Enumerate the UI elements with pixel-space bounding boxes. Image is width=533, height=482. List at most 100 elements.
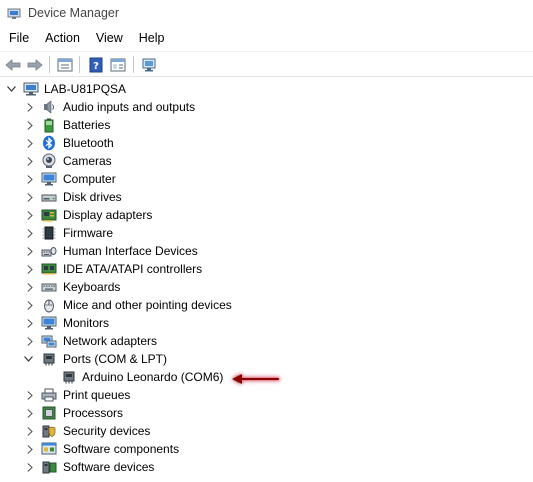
tree-category-human-interface-devices[interactable]: Human Interface Devices — [0, 242, 533, 260]
tree-category-disk-drives[interactable]: Disk drives — [0, 188, 533, 206]
tree-category-security-devices[interactable]: Security devices — [0, 422, 533, 440]
chevron-right-icon[interactable] — [25, 426, 35, 436]
processor-icon — [41, 405, 57, 421]
tree-category-network-adapters[interactable]: Network adapters — [0, 332, 533, 350]
tree-category-cameras[interactable]: Cameras — [0, 152, 533, 170]
scan-hardware-icon — [142, 58, 156, 71]
back-icon — [5, 58, 21, 71]
speaker-icon — [41, 99, 57, 115]
software-device-icon — [41, 459, 57, 475]
chevron-right-icon[interactable] — [25, 228, 35, 238]
chevron-right-icon[interactable] — [25, 156, 35, 166]
chevron-right-icon[interactable] — [25, 192, 35, 202]
mouse-icon — [41, 297, 57, 313]
menu-bar: File Action View Help — [0, 28, 533, 49]
tree-category-keyboards[interactable]: Keyboards — [0, 278, 533, 296]
tree-item-label: Mice and other pointing devices — [63, 298, 232, 312]
chevron-right-icon[interactable] — [25, 462, 35, 472]
port-icon — [41, 351, 57, 367]
monitor-icon — [41, 171, 57, 187]
tree-item-label: Cameras — [63, 154, 112, 168]
tree-category-batteries[interactable]: Batteries — [0, 116, 533, 134]
tree-item-label: Batteries — [63, 118, 111, 132]
menu-help[interactable]: Help — [131, 28, 173, 49]
tree-category-bluetooth[interactable]: Bluetooth — [0, 134, 533, 152]
tree-root[interactable]: LAB-U81PQSA — [0, 80, 533, 98]
menu-action[interactable]: Action — [37, 28, 88, 49]
chevron-right-icon[interactable] — [25, 336, 35, 346]
chevron-down-icon[interactable] — [23, 354, 33, 364]
chevron-right-icon[interactable] — [25, 444, 35, 454]
chevron-right-icon[interactable] — [25, 174, 35, 184]
camera-icon — [41, 153, 57, 169]
forward-button[interactable] — [25, 55, 45, 74]
tree-category-audio-inputs-and-outputs[interactable]: Audio inputs and outputs — [0, 98, 533, 116]
software-component-icon — [41, 441, 57, 457]
scan-hardware-button[interactable] — [140, 55, 160, 74]
keyboard-icon — [41, 279, 57, 295]
tree-root-label: LAB-U81PQSA — [44, 82, 127, 96]
menu-view[interactable]: View — [88, 28, 131, 49]
tree-item-label: Firmware — [63, 226, 113, 240]
tree-item-label: Monitors — [63, 316, 110, 330]
tree-item-label: Security devices — [63, 424, 151, 438]
properties-icon — [57, 58, 73, 71]
chevron-right-icon[interactable] — [25, 210, 35, 220]
help-icon: ? — [89, 57, 103, 72]
chevron-right-icon[interactable] — [25, 408, 35, 418]
tree-item-label: Audio inputs and outputs — [63, 100, 196, 114]
chevron-right-icon[interactable] — [25, 264, 35, 274]
svg-text:?: ? — [93, 61, 99, 72]
monitor-icon — [41, 315, 57, 331]
help-button[interactable]: ? — [86, 55, 106, 74]
security-device-icon — [41, 423, 57, 439]
red-arrow-icon — [232, 374, 281, 384]
display-adapter-icon — [41, 207, 57, 223]
tree-item-label: Network adapters — [63, 334, 158, 348]
network-adapter-icon — [41, 333, 57, 349]
tree-category-computer[interactable]: Computer — [0, 170, 533, 188]
chevron-right-icon[interactable] — [25, 300, 35, 310]
tree-category-firmware[interactable]: Firmware — [0, 224, 533, 242]
device-manager-icon — [7, 8, 21, 19]
toolbar-separator — [79, 56, 80, 73]
tree-item-label: Computer — [63, 172, 116, 186]
tree-item-label: Print queues — [63, 388, 131, 402]
menu-file[interactable]: File — [0, 28, 37, 49]
port-icon — [61, 369, 77, 385]
toolbar-separator — [133, 56, 134, 73]
show-hide-console-icon — [110, 58, 126, 71]
tree-category-display-adapters[interactable]: Display adapters — [0, 206, 533, 224]
tree-item-label: Processors — [63, 406, 124, 420]
computer-icon — [23, 81, 39, 97]
tree-category-software-devices[interactable]: Software devices — [0, 458, 533, 476]
tree-category-ports-com-lpt[interactable]: Ports (COM & LPT) — [0, 350, 533, 368]
tree-item-label: Software devices — [63, 460, 155, 474]
tree-item-label: Display adapters — [63, 208, 153, 222]
title-bar: Device Manager — [0, 0, 533, 28]
chevron-right-icon[interactable] — [25, 102, 35, 112]
bluetooth-icon — [41, 135, 57, 151]
tree-item-label: Disk drives — [63, 190, 122, 204]
tree-category-software-components[interactable]: Software components — [0, 440, 533, 458]
disk-drive-icon — [41, 189, 57, 205]
tree-category-mice-and-other-pointing-devices[interactable]: Mice and other pointing devices — [0, 296, 533, 314]
tree-item-label: Human Interface Devices — [63, 244, 198, 258]
chevron-right-icon[interactable] — [25, 390, 35, 400]
tree-category-processors[interactable]: Processors — [0, 404, 533, 422]
show-hide-console-button[interactable] — [108, 55, 128, 74]
chevron-right-icon[interactable] — [25, 282, 35, 292]
chevron-right-icon[interactable] — [25, 246, 35, 256]
tree-item-label: Ports (COM & LPT) — [63, 352, 168, 366]
tree-item-label: Keyboards — [63, 280, 121, 294]
battery-icon — [41, 117, 57, 133]
chevron-right-icon[interactable] — [25, 318, 35, 328]
chevron-right-icon[interactable] — [25, 120, 35, 130]
chevron-down-icon[interactable] — [6, 84, 16, 94]
tree-category-ide-ata-atapi-controllers[interactable]: IDE ATA/ATAPI controllers — [0, 260, 533, 278]
tree-category-monitors[interactable]: Monitors — [0, 314, 533, 332]
toolbar: ? — [0, 51, 533, 77]
properties-button[interactable] — [55, 55, 75, 74]
back-button[interactable] — [3, 55, 23, 74]
chevron-right-icon[interactable] — [25, 138, 35, 148]
